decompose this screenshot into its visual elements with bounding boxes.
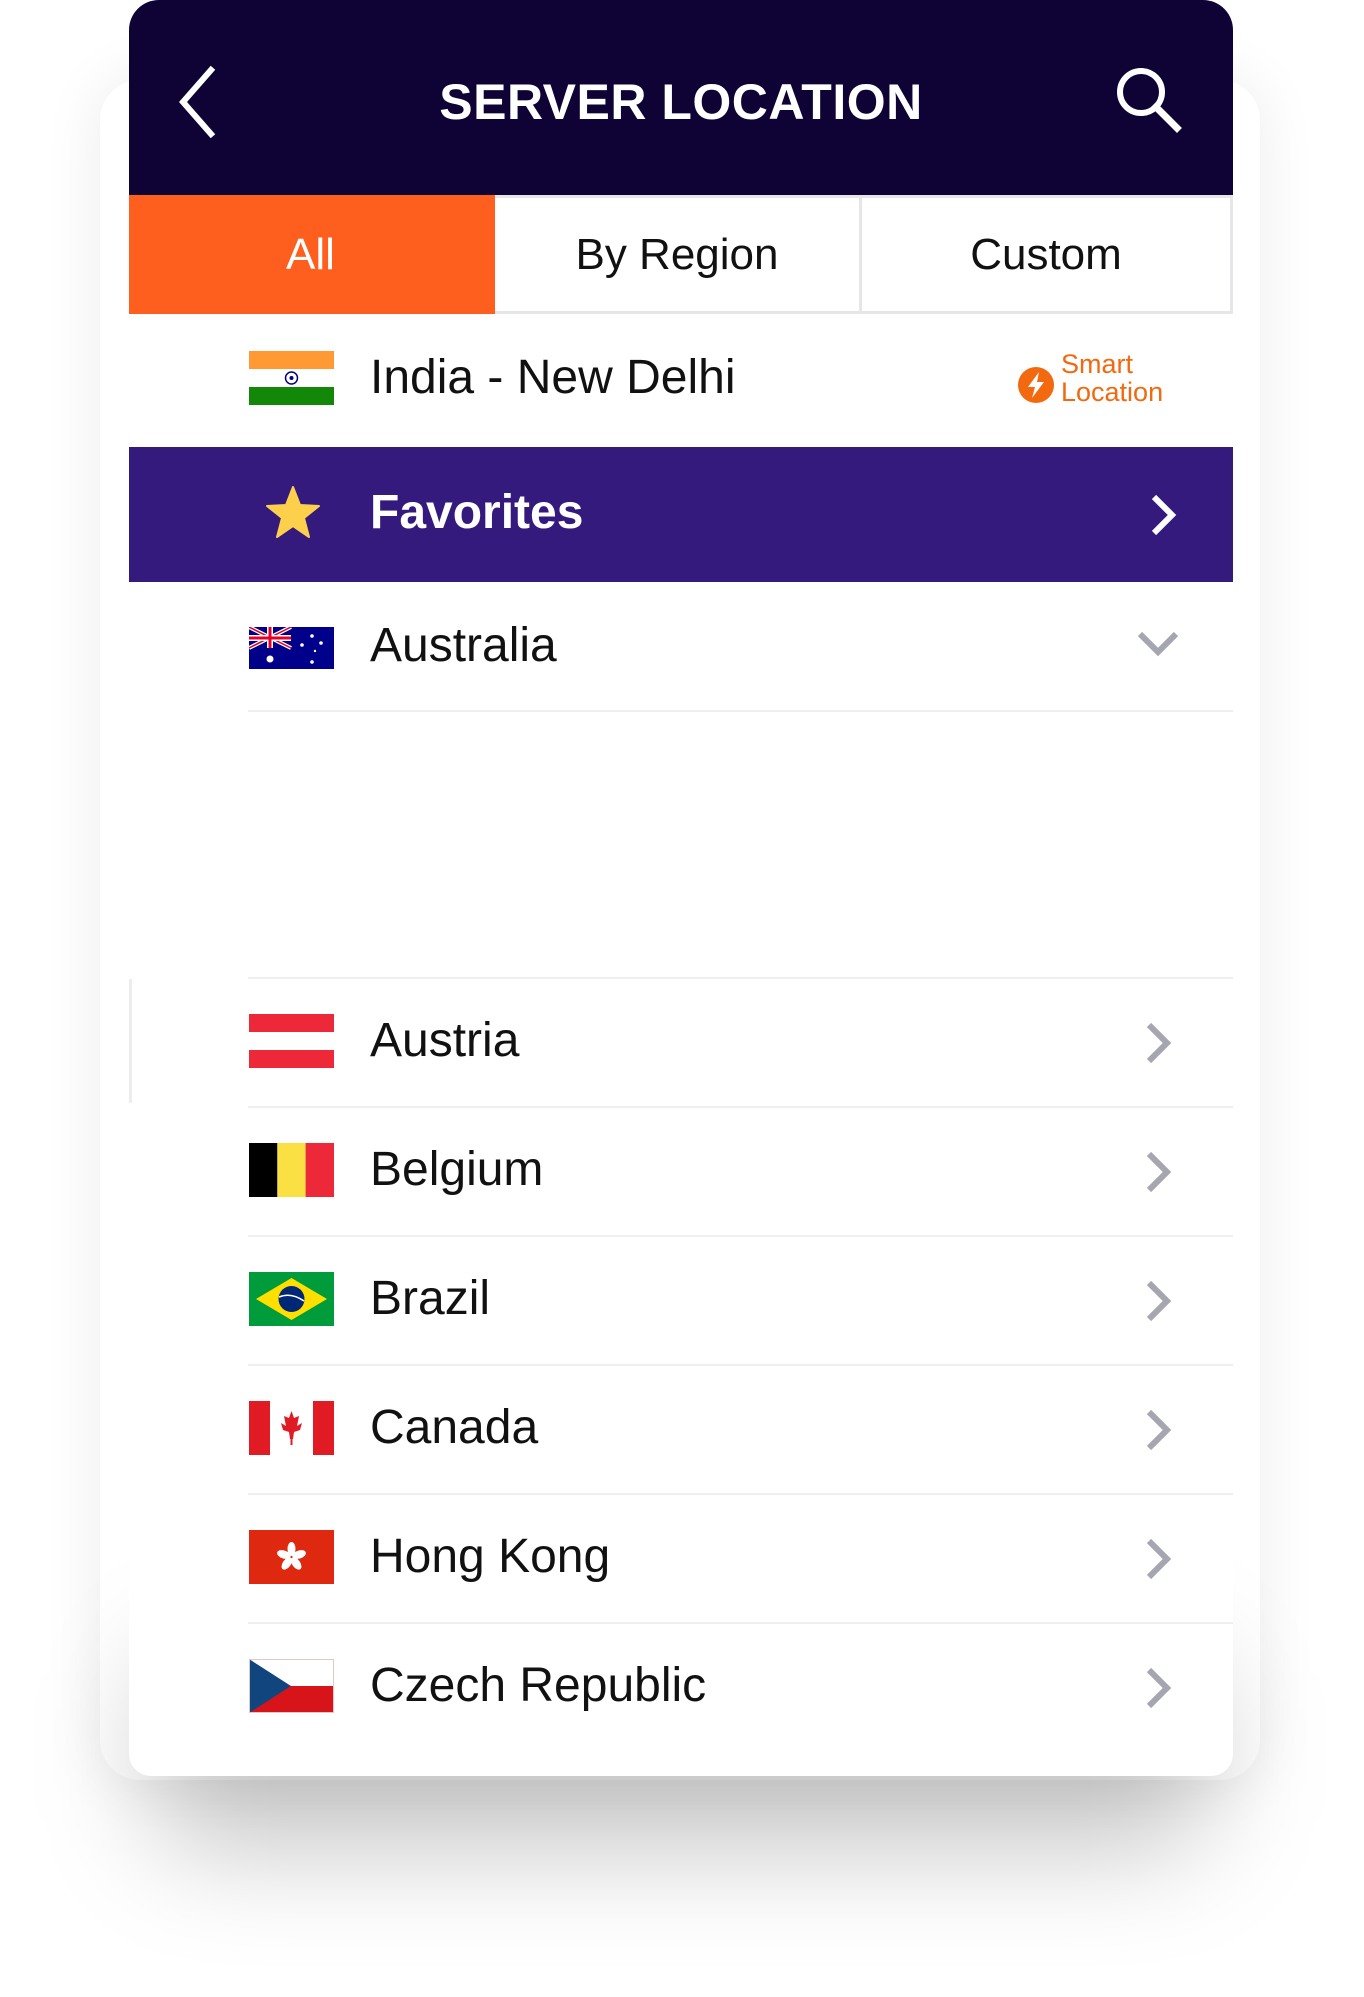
chevron-right-icon	[1146, 1280, 1172, 1322]
canada-flag-icon	[249, 1401, 334, 1455]
india-flag-icon	[249, 351, 334, 405]
page-title: SERVER LOCATION	[439, 74, 923, 130]
chevron-down-icon[interactable]	[1134, 624, 1182, 664]
current-location-name: India - New Delhi	[370, 351, 736, 404]
country-name: Czech Republic	[370, 1659, 707, 1712]
country-row-belgium[interactable]: Belgium	[129, 1108, 1233, 1237]
country-name: Belgium	[370, 1143, 544, 1196]
country-row-czech-republic[interactable]: Czech Republic	[129, 1624, 1233, 1753]
czech-republic-flag-icon	[249, 1659, 334, 1713]
country-row-hong-kong[interactable]: Hong Kong	[129, 1495, 1233, 1624]
smart-location-badge[interactable]: Smart Location	[1017, 344, 1227, 416]
chevron-right-icon	[1146, 1022, 1172, 1064]
country-name: Hong Kong	[370, 1530, 611, 1583]
row-edge	[129, 979, 132, 1103]
country-row-canada[interactable]: Canada	[129, 1366, 1233, 1495]
country-name: Austria	[370, 1014, 520, 1067]
chevron-right-icon	[1146, 1667, 1172, 1709]
australia-flag-icon	[249, 627, 334, 669]
favorites-row[interactable]: Favorites	[129, 447, 1233, 582]
brazil-flag-icon	[249, 1272, 334, 1326]
tab-all[interactable]: All	[129, 195, 495, 314]
country-name: Canada	[370, 1401, 539, 1454]
country-row-australia[interactable]: Australia	[129, 582, 1233, 712]
country-name: Brazil	[370, 1272, 491, 1325]
chevron-right-icon	[1146, 1409, 1172, 1451]
tab-by-region[interactable]: By Region	[495, 195, 862, 314]
chevron-right-icon	[1146, 1538, 1172, 1580]
search-button[interactable]	[1111, 62, 1187, 138]
country-row-brazil[interactable]: Brazil	[129, 1237, 1233, 1366]
current-location-row[interactable]: India - New Delhi Smart Location	[129, 314, 1233, 447]
smart-location-label: Smart Location	[1061, 349, 1164, 407]
favorites-label: Favorites	[370, 486, 584, 539]
austria-flag-icon	[249, 1014, 334, 1068]
hong-kong-flag-icon	[249, 1530, 334, 1584]
belgium-flag-icon	[249, 1143, 334, 1197]
star-icon	[266, 486, 320, 538]
server-location-card: SERVER LOCATION All By Region Custom Ind…	[129, 0, 1233, 1776]
country-row-austria[interactable]: Austria	[129, 979, 1233, 1108]
search-icon	[1117, 68, 1182, 133]
lightning-bolt-icon	[1018, 367, 1054, 403]
country-name: Australia	[370, 619, 557, 672]
chevron-right-icon	[1146, 1151, 1172, 1193]
chevron-right-icon	[1151, 494, 1177, 536]
tab-bar: All By Region Custom	[129, 195, 1233, 314]
tab-custom[interactable]: Custom	[862, 195, 1233, 314]
header-bar: SERVER LOCATION	[129, 0, 1233, 195]
australia-expanded-content	[129, 712, 1233, 979]
